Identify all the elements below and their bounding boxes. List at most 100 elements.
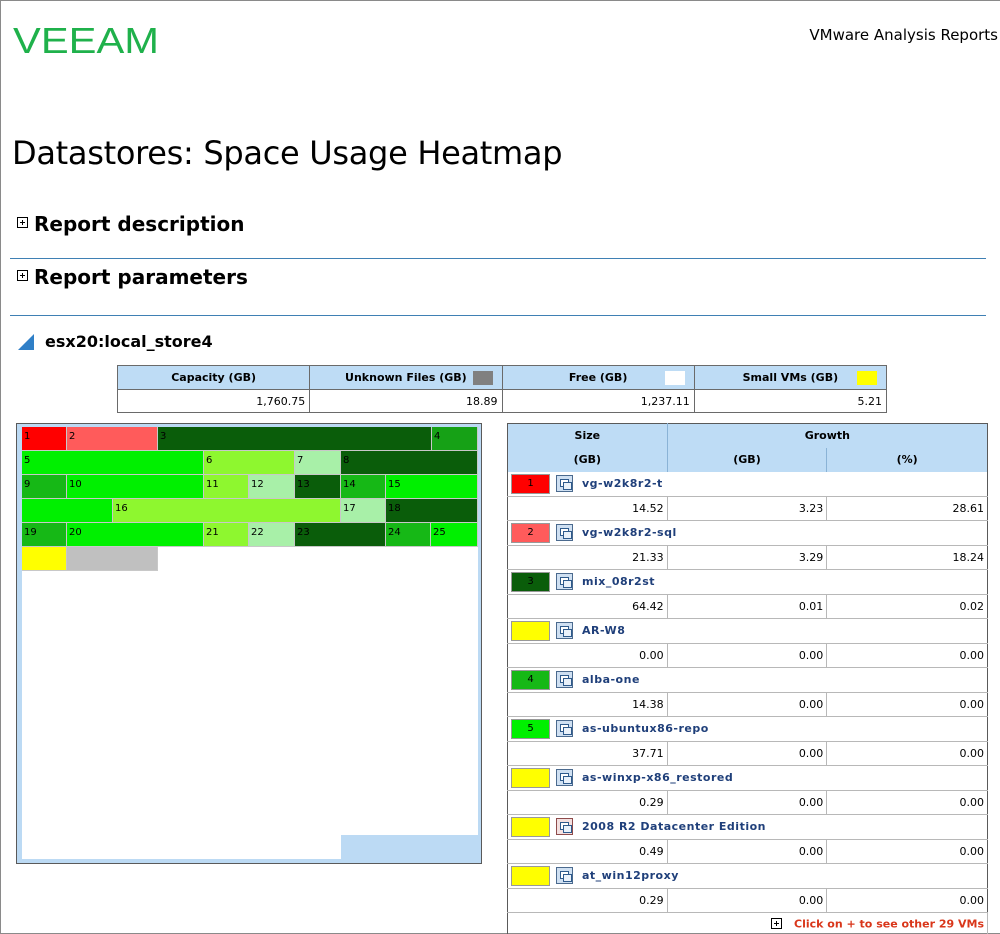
heatmap-cell[interactable]: 6 <box>204 451 295 475</box>
vm-name-row: 2008 R2 Datacenter Edition <box>507 814 988 840</box>
heatmap-cell[interactable]: 11 <box>204 475 249 499</box>
vm-size-value: 0.29 <box>507 888 668 913</box>
vm-growth-gb-value: 3.29 <box>667 545 828 570</box>
size-header: Size <box>507 423 668 448</box>
heatmap-cell[interactable]: 20 <box>67 523 204 547</box>
heatmap-cell[interactable]: 12 <box>249 475 295 499</box>
free-header: Free (GB) <box>501 365 695 390</box>
heatmap-cell[interactable]: 21 <box>204 523 249 547</box>
vm-growth-gb-value: 0.00 <box>667 888 828 913</box>
vm-values-row: 21.33 3.29 18.24 <box>507 545 988 570</box>
vm-name-wrap: 4 alba-one <box>508 668 987 692</box>
vm-name-wrap: at_win12proxy <box>508 864 987 888</box>
heatmap-cell[interactable]: 25 <box>431 523 478 547</box>
vm-name-wrap: 1 vg-w2k8r2-t <box>508 472 987 496</box>
heatmap-cell[interactable]: 22 <box>249 523 295 547</box>
heatmap-cell[interactable]: 17 <box>341 499 386 523</box>
vm-name-cell: 5 as-ubuntux86-repo <box>507 716 988 742</box>
vm-name-link[interactable]: vg-w2k8r2-sql <box>582 526 677 539</box>
heatmap-cell[interactable] <box>22 499 113 523</box>
vm-growth-gb-value: 0.00 <box>667 839 828 864</box>
vm-values-row: 37.71 0.00 0.00 <box>507 741 988 766</box>
heatmap-cell[interactable] <box>22 547 67 571</box>
vm-name-row: at_win12proxy <box>507 863 988 889</box>
heatmap-cell[interactable]: 23 <box>295 523 386 547</box>
vm-values-row: 0.00 0.00 0.00 <box>507 643 988 668</box>
vm-name-cell: AR-W8 <box>507 618 988 644</box>
free-value: 1,237.11 <box>501 389 695 413</box>
vm-color-badge <box>511 620 550 641</box>
more-vms-row[interactable]: Click on + to see other 29 VMs <box>507 912 988 934</box>
vm-name-cell: 4 alba-one <box>507 667 988 693</box>
heatmap-cell[interactable]: 1 <box>22 427 67 451</box>
vm-name-link[interactable]: 2008 R2 Datacenter Edition <box>582 820 766 833</box>
vm-size-value: 14.38 <box>507 692 668 717</box>
heatmap-cell[interactable]: 16 <box>113 499 341 523</box>
expand-icon[interactable] <box>771 917 782 929</box>
vm-name-cell: 2008 R2 Datacenter Edition <box>507 814 988 840</box>
vm-growth-pct-value: 0.00 <box>826 643 988 668</box>
unknown-files-value: 18.89 <box>309 389 503 413</box>
capacity-value: 1,760.75 <box>116 389 311 413</box>
vm-size-value: 37.71 <box>507 741 668 766</box>
vm-name-link[interactable]: as-ubuntux86-repo <box>582 722 709 735</box>
triangle-icon <box>18 333 34 350</box>
space-usage-heatmap: 1 2 3 4 5 6 7 8 9 10 11 12 13 14 15 16 17 18 19 20 21 22 23 24 2… <box>16 423 482 864</box>
heatmap-cell[interactable] <box>67 547 158 571</box>
heatmap-cell[interactable]: 4 <box>432 427 478 451</box>
vm-size-value: 14.52 <box>507 496 668 521</box>
vm-growth-pct-value: 0.00 <box>826 741 988 766</box>
unknown-files-header: Unknown Files (GB) <box>309 365 503 390</box>
heatmap-cell[interactable]: 5 <box>22 451 204 475</box>
vm-growth-gb-value: 0.01 <box>667 594 828 619</box>
vm-name-link[interactable]: vg-w2k8r2-t <box>582 477 663 490</box>
heatmap-cell[interactable]: 7 <box>295 451 341 475</box>
vm-growth-pct-value: 0.00 <box>826 790 988 815</box>
vm-name-wrap: 5 as-ubuntux86-repo <box>508 717 987 741</box>
vm-growth-pct-value: 0.00 <box>826 888 988 913</box>
vm-name-link[interactable]: at_win12proxy <box>582 869 679 882</box>
heatmap-cell[interactable]: 3 <box>158 427 432 451</box>
heatmap-cell[interactable]: 18 <box>386 499 478 523</box>
heatmap-cell[interactable]: 9 <box>22 475 67 499</box>
vm-name-row: AR-W8 <box>507 618 988 644</box>
vm-color-badge <box>511 767 550 788</box>
capacity-header: Capacity (GB) <box>116 365 311 390</box>
gray-swatch-icon <box>472 371 493 385</box>
small-vms-header: Small VMs (GB) <box>693 365 888 390</box>
heatmap-cell[interactable]: 10 <box>67 475 204 499</box>
heatmap-cell[interactable]: 24 <box>386 523 431 547</box>
heatmap-cell[interactable]: 14 <box>341 475 386 499</box>
expand-icon[interactable] <box>17 216 28 228</box>
vm-name-link[interactable]: mix_08r2st <box>582 575 655 588</box>
vm-name-row: 5 as-ubuntux86-repo <box>507 716 988 742</box>
vm-color-badge: 5 <box>511 718 550 739</box>
vm-name-cell: as-winxp-x86_restored <box>507 765 988 791</box>
section-report-description[interactable]: Report description <box>10 212 986 236</box>
report-suite-name: VMware Analysis Reports <box>809 26 998 44</box>
vm-values-row: 0.29 0.00 0.00 <box>507 790 988 815</box>
veeam-logo-text: VEEAM <box>13 24 159 58</box>
section-report-parameters[interactable]: Report parameters <box>10 265 986 289</box>
expand-icon[interactable] <box>17 269 28 281</box>
vm-size-value: 0.00 <box>507 643 668 668</box>
vm-name-link[interactable]: as-winxp-x86_restored <box>582 771 733 784</box>
vm-name-link[interactable]: AR-W8 <box>582 624 625 637</box>
heatmap-cell[interactable]: 8 <box>341 451 478 475</box>
vm-name-row: 2 vg-w2k8r2-sql <box>507 520 988 546</box>
heatmap-cell[interactable]: 15 <box>386 475 478 499</box>
heatmap-cell[interactable]: 13 <box>295 475 341 499</box>
heatmap-cell[interactable]: 19 <box>22 523 67 547</box>
vm-growth-gb-value: 0.00 <box>667 692 828 717</box>
size-unit-header: (GB) <box>507 447 668 472</box>
vm-name-link[interactable]: alba-one <box>582 673 640 686</box>
vm-size-value: 0.49 <box>507 839 668 864</box>
vm-values-row: 64.42 0.01 0.02 <box>507 594 988 619</box>
vm-size-value: 0.29 <box>507 790 668 815</box>
more-vms-label[interactable]: Click on + to see other 29 VMs <box>794 918 984 931</box>
vm-color-badge: 3 <box>511 571 550 592</box>
heatmap-cell[interactable]: 2 <box>67 427 158 451</box>
vm-name-wrap: 2008 R2 Datacenter Edition <box>508 815 987 839</box>
vm-color-badge <box>511 865 550 886</box>
more-vms-cell[interactable]: Click on + to see other 29 VMs <box>507 912 988 934</box>
